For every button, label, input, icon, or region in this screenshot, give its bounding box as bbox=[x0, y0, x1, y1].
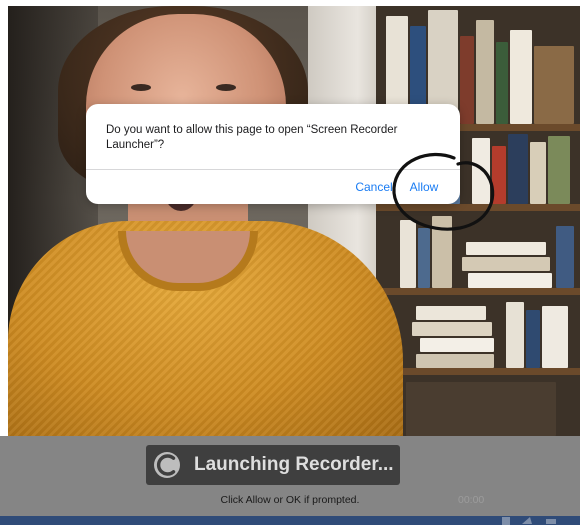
book bbox=[534, 46, 574, 124]
person-eye bbox=[216, 84, 236, 91]
book bbox=[412, 322, 492, 336]
book bbox=[526, 310, 540, 368]
book bbox=[530, 142, 546, 204]
book bbox=[542, 306, 568, 368]
prompt-hint: Click Allow or OK if prompted. bbox=[220, 494, 360, 506]
book bbox=[406, 382, 556, 436]
book bbox=[548, 136, 570, 204]
shelf-board bbox=[376, 288, 580, 295]
loading-spinner-icon bbox=[154, 452, 180, 478]
book bbox=[462, 257, 550, 271]
hand-drawn-circle-icon bbox=[392, 152, 495, 231]
book bbox=[460, 36, 474, 124]
book bbox=[416, 354, 494, 368]
bottom-toolbar-strip bbox=[0, 516, 580, 525]
book bbox=[506, 302, 524, 368]
toolbar-controls-icon bbox=[502, 517, 556, 525]
book bbox=[416, 306, 486, 320]
recording-timer: 00:00 bbox=[458, 494, 485, 506]
launching-status-badge: Launching Recorder... bbox=[146, 445, 400, 485]
book bbox=[556, 226, 574, 288]
shelf-board bbox=[376, 368, 580, 375]
book bbox=[496, 42, 508, 124]
book bbox=[476, 20, 494, 124]
launching-status-label: Launching Recorder... bbox=[194, 454, 394, 475]
book bbox=[466, 242, 546, 255]
book bbox=[510, 30, 532, 124]
person-eye bbox=[131, 84, 151, 91]
book bbox=[420, 338, 494, 352]
book bbox=[508, 134, 528, 204]
book bbox=[468, 273, 552, 288]
launcher-overlay: Launching Recorder... Click Allow or OK … bbox=[0, 436, 580, 516]
recorder-launch-screen: Do you want to allow this page to open “… bbox=[0, 0, 580, 525]
